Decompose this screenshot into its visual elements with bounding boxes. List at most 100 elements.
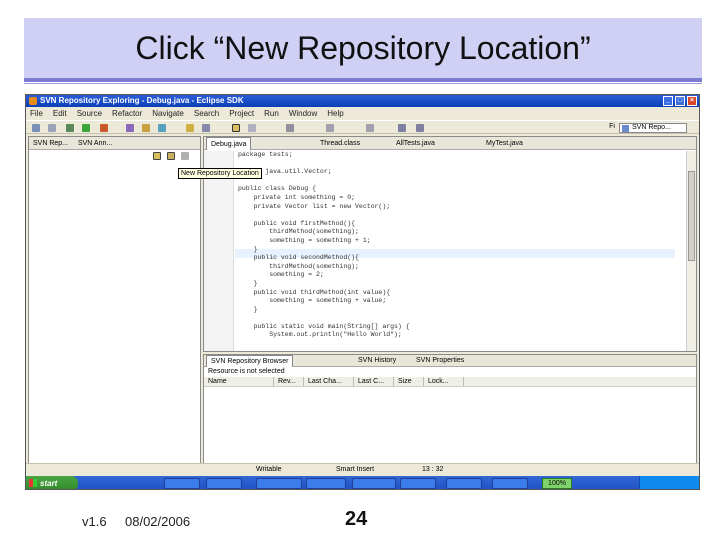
svn-repository-browser: SVN Repository Browser SVN History SVN P… bbox=[203, 354, 697, 464]
new-java-project-icon[interactable] bbox=[126, 124, 134, 132]
open-type-icon[interactable] bbox=[186, 124, 194, 132]
left-pane-tabs: SVN Rep... SVN Ann... bbox=[29, 137, 200, 150]
prev-annotation-icon[interactable] bbox=[366, 124, 374, 132]
new-repository-location-icon[interactable] bbox=[153, 152, 161, 160]
annotation-icon[interactable] bbox=[232, 124, 240, 132]
new-package-icon[interactable] bbox=[142, 124, 150, 132]
eclipse-app-icon bbox=[29, 97, 37, 105]
taskbar-item-2[interactable] bbox=[206, 478, 242, 489]
taskbar-item-8[interactable] bbox=[492, 478, 528, 489]
window-titlebar: SVN Repository Exploring - Debug.java - … bbox=[26, 95, 699, 107]
menu-edit[interactable]: Edit bbox=[53, 108, 67, 119]
menu-refactor[interactable]: Refactor bbox=[112, 108, 142, 119]
code-line: something = something + 1; bbox=[238, 236, 371, 244]
tab-svn-annotate[interactable]: SVN Ann... bbox=[78, 140, 112, 147]
code-line: thirdMethod(something); bbox=[238, 262, 359, 270]
perspective-switcher[interactable]: SVN Repo... bbox=[619, 123, 687, 133]
slide-title: Click “New Repository Location” bbox=[135, 30, 591, 66]
tab-svn-history[interactable]: SVN History bbox=[354, 355, 400, 367]
tab-svn-repository-browser[interactable]: SVN Repository Browser bbox=[206, 355, 294, 367]
col-last-changed-rev[interactable]: Last Cha... bbox=[304, 377, 354, 386]
tab-svn-properties[interactable]: SVN Properties bbox=[412, 355, 468, 367]
taskbar-item-7[interactable] bbox=[446, 478, 482, 489]
code-line: public class Debug { bbox=[238, 185, 317, 193]
left-pane-toolbar bbox=[33, 152, 198, 162]
back-icon[interactable] bbox=[398, 124, 406, 132]
code-line: } bbox=[238, 279, 258, 287]
svn-repositories-view: SVN Rep... SVN Ann... bbox=[28, 136, 201, 464]
code-line: } bbox=[238, 305, 258, 313]
menu-run[interactable]: Run bbox=[264, 108, 279, 119]
table-header: Name Rev... Last Cha... Last C... Size L… bbox=[204, 377, 696, 387]
tab-thread-class[interactable]: Thread.class bbox=[316, 137, 364, 150]
next-annotation-icon[interactable] bbox=[326, 124, 334, 132]
editor-tabs: Debug.java Thread.class AllTests.java My… bbox=[204, 137, 696, 150]
col-size[interactable]: Size bbox=[394, 377, 424, 386]
taskbar-item-5[interactable] bbox=[352, 478, 396, 489]
menu-icon[interactable] bbox=[181, 152, 189, 160]
tab-mytest-java[interactable]: MyTest.java bbox=[482, 137, 527, 150]
taskbar-item-1[interactable] bbox=[164, 478, 200, 489]
taskbar-item-4[interactable] bbox=[306, 478, 346, 489]
col-rev[interactable]: Rev... bbox=[274, 377, 304, 386]
window-title: SVN Repository Exploring - Debug.java - … bbox=[40, 96, 244, 105]
refresh-icon[interactable] bbox=[167, 152, 175, 160]
external-tools-icon[interactable] bbox=[100, 124, 108, 132]
bottom-pane-tabs: SVN Repository Browser SVN History SVN P… bbox=[204, 355, 696, 367]
code-line: public static void main(String[] args) { bbox=[238, 322, 410, 330]
menu-help[interactable]: Help bbox=[327, 108, 343, 119]
tab-alltests-java[interactable]: AllTests.java bbox=[392, 137, 439, 150]
col-lock[interactable]: Lock... bbox=[424, 377, 464, 386]
taskbar-item-3[interactable] bbox=[256, 478, 302, 489]
run-icon[interactable] bbox=[82, 124, 90, 132]
editor-scrollbar-thumb[interactable] bbox=[688, 171, 695, 261]
col-name[interactable]: Name bbox=[204, 377, 274, 386]
eclipse-screenshot: SVN Repository Exploring - Debug.java - … bbox=[25, 94, 700, 490]
menu-search[interactable]: Search bbox=[194, 108, 219, 119]
status-writable: Writable bbox=[256, 466, 282, 473]
forward-icon[interactable] bbox=[416, 124, 424, 132]
search-icon[interactable] bbox=[202, 124, 210, 132]
save-icon[interactable] bbox=[48, 124, 56, 132]
code-line: thirdMethod(something); bbox=[238, 228, 359, 236]
code-line: package tests; bbox=[238, 151, 293, 158]
menu-source[interactable]: Source bbox=[77, 108, 102, 119]
taskbar-item-6[interactable] bbox=[400, 478, 436, 489]
start-button[interactable]: start bbox=[26, 476, 78, 489]
version-label: v1.6 bbox=[82, 514, 107, 529]
code-line: public void firstMethod(){ bbox=[238, 219, 356, 227]
tab-debug-java[interactable]: Debug.java bbox=[206, 137, 252, 150]
system-tray bbox=[639, 476, 699, 489]
code-line: something = 2; bbox=[238, 271, 324, 279]
fi-label: Fi bbox=[609, 123, 615, 130]
menu-project[interactable]: Project bbox=[229, 108, 254, 119]
editor-gutter bbox=[204, 151, 234, 351]
windows-taskbar: start 100% bbox=[26, 476, 699, 489]
toggle-comment-icon[interactable] bbox=[286, 124, 294, 132]
new-class-icon[interactable] bbox=[158, 124, 166, 132]
col-last-changed-date[interactable]: Last C... bbox=[354, 377, 394, 386]
code-line: import java.util.Vector; bbox=[238, 168, 332, 176]
mark-occurrences-icon[interactable] bbox=[248, 124, 256, 132]
menu-file[interactable]: File bbox=[30, 108, 43, 119]
tab-svn-repositories[interactable]: SVN Rep... bbox=[33, 140, 68, 147]
code-line: private Vector list = new Vector(); bbox=[238, 202, 391, 210]
minimize-button[interactable]: _ bbox=[663, 96, 673, 106]
close-button[interactable]: × bbox=[687, 96, 697, 106]
new-icon[interactable] bbox=[32, 124, 40, 132]
main-toolbar: Fi SVN Repo... bbox=[26, 120, 699, 134]
menu-window[interactable]: Window bbox=[289, 108, 317, 119]
status-bar: Writable Smart Insert 13 : 32 bbox=[26, 463, 699, 475]
editor-scrollbar[interactable] bbox=[686, 151, 696, 351]
title-rule bbox=[24, 78, 702, 82]
battery-indicator: 100% bbox=[542, 478, 572, 489]
code-area[interactable]: package tests; import java.util.Vector; … bbox=[238, 151, 410, 340]
debug-icon[interactable] bbox=[66, 124, 74, 132]
menu-navigate[interactable]: Navigate bbox=[152, 108, 184, 119]
maximize-button[interactable]: □ bbox=[675, 96, 685, 106]
java-editor: Debug.java Thread.class AllTests.java My… bbox=[203, 136, 697, 352]
